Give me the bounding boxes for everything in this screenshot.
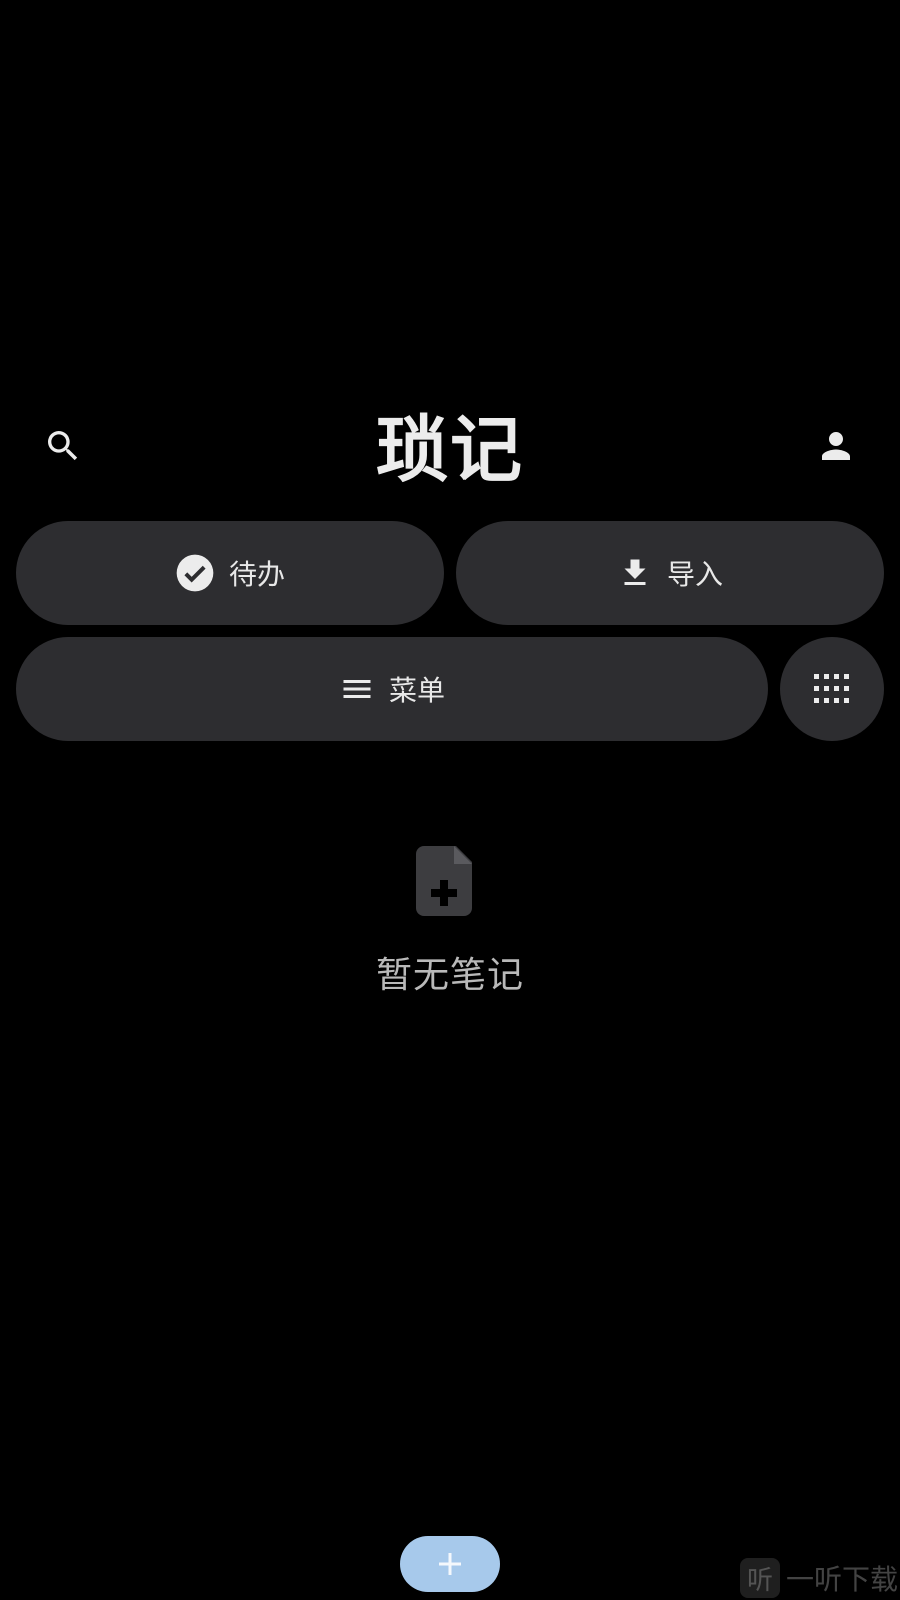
add-note-button[interactable] (400, 1536, 500, 1592)
grid-dots-icon (814, 674, 849, 703)
grid-view-button[interactable] (780, 637, 884, 741)
hamburger-menu-icon (343, 680, 371, 698)
todo-button[interactable]: 待办 (16, 521, 444, 625)
empty-state-text: 暂无笔记 (375, 955, 524, 996)
menu-button[interactable]: 菜单 (16, 637, 768, 741)
watermark: 听 一听下载 (740, 1556, 900, 1600)
note-add-icon (416, 846, 472, 916)
watermark-logo: 听 (740, 1558, 780, 1598)
import-label: 导入 (666, 558, 723, 591)
todo-label: 待办 (228, 558, 285, 591)
account-button[interactable] (806, 416, 866, 476)
import-button[interactable]: 导入 (456, 521, 884, 625)
watermark-text: 一听下载 (786, 1563, 899, 1596)
empty-state (416, 846, 484, 916)
check-circle-icon (176, 554, 214, 592)
download-icon (624, 559, 646, 585)
app-title: 琐记 (375, 408, 524, 492)
plus-icon (439, 1553, 461, 1575)
top-bar: 琐记 (0, 400, 900, 500)
menu-label: 菜单 (388, 674, 445, 707)
person-icon (822, 432, 850, 460)
